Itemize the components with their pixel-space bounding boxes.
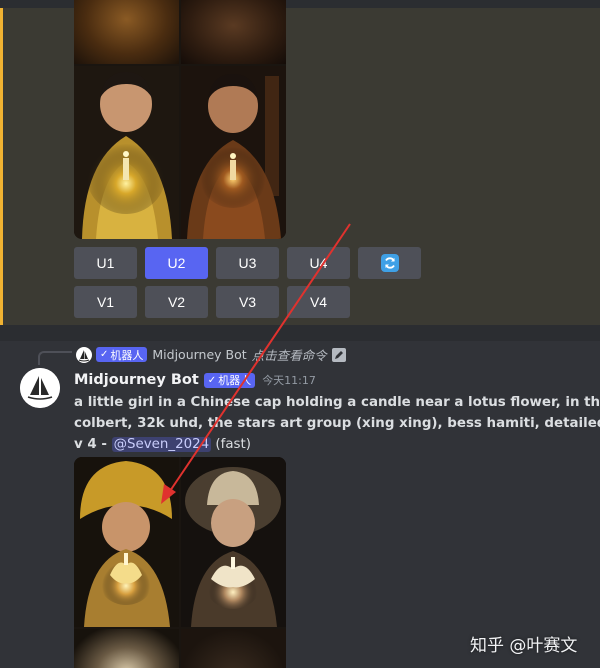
u2-button[interactable]: U2 xyxy=(145,247,208,279)
prompt-line-3: v 4 - @Seven_2024 (fast) xyxy=(74,434,600,455)
grid-image-3[interactable] xyxy=(74,629,179,668)
prompt-line-2: colbert, 32k uhd, the stars art group (x… xyxy=(74,416,600,431)
bot-badge: ✓ 机器人 xyxy=(203,372,256,388)
refresh-icon xyxy=(380,254,399,272)
grid-image-3[interactable] xyxy=(74,66,179,239)
reply-preview[interactable]: ✓ 机器人 Midjourney Bot 点击查看命令 xyxy=(96,346,346,363)
image-grid-top[interactable] xyxy=(74,0,286,239)
mode-label: (fast) xyxy=(211,437,252,452)
reply-author[interactable]: Midjourney Bot xyxy=(152,347,246,362)
bot-badge-label: 机器人 xyxy=(110,348,144,362)
bot-badge-label: 机器人 xyxy=(218,374,252,387)
checkmark-icon: ✓ xyxy=(207,374,217,386)
v3-button[interactable]: V3 xyxy=(216,286,279,318)
timestamp: 今天11:17 xyxy=(262,374,316,387)
grid-image-2[interactable] xyxy=(181,0,286,64)
reply-text[interactable]: 点击查看命令 xyxy=(252,345,327,364)
message-header: Midjourney Bot ✓ 机器人 今天11:17 xyxy=(74,370,316,390)
image-grid-bottom[interactable] xyxy=(74,457,286,668)
pencil-icon xyxy=(331,347,346,362)
user-mention[interactable]: @Seven_2024 xyxy=(111,437,212,452)
bot-badge: ✓ 机器人 xyxy=(96,347,148,362)
grid-image-4[interactable] xyxy=(181,629,286,668)
v2-button[interactable]: V2 xyxy=(145,286,208,318)
grid-image-1[interactable] xyxy=(74,0,179,64)
u1-button[interactable]: U1 xyxy=(74,247,137,279)
grid-image-1[interactable] xyxy=(74,457,179,627)
author-name[interactable]: Midjourney Bot xyxy=(74,372,199,388)
reply-avatar[interactable] xyxy=(76,347,92,363)
watermark: 知乎 @叶赛文 xyxy=(470,636,578,656)
grid-image-2[interactable] xyxy=(181,457,286,627)
message-content: a little girl in a Chinese cap holding a… xyxy=(74,392,600,455)
prompt-params: v 4 - xyxy=(74,437,112,452)
reply-connector xyxy=(38,351,72,365)
reroll-button[interactable] xyxy=(358,247,421,279)
avatar[interactable] xyxy=(20,368,60,408)
highlight-rail xyxy=(0,8,3,325)
message-divider xyxy=(0,325,600,341)
u4-button[interactable]: U4 xyxy=(287,247,350,279)
grid-image-4[interactable] xyxy=(181,66,286,239)
v1-button[interactable]: V1 xyxy=(74,286,137,318)
u3-button[interactable]: U3 xyxy=(216,247,279,279)
prompt-line-1: a little girl in a Chinese cap holding a… xyxy=(74,395,600,410)
checkmark-icon: ✓ xyxy=(100,349,109,360)
v4-button[interactable]: V4 xyxy=(287,286,350,318)
